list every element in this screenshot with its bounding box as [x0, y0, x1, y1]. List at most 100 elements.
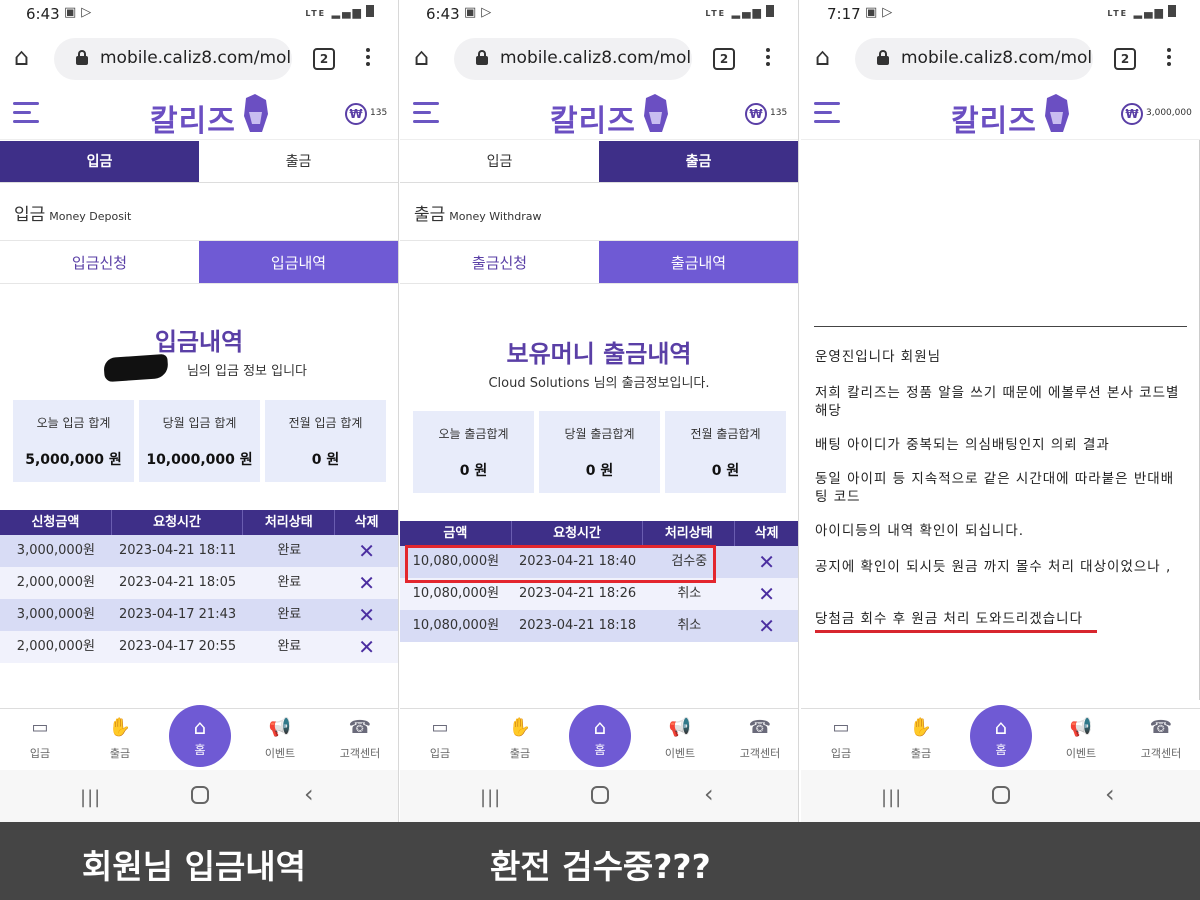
- nav-deposit[interactable]: ▭ 입금: [10, 717, 70, 761]
- tab-deposit[interactable]: 입금: [0, 141, 199, 183]
- more-menu-icon[interactable]: [364, 46, 372, 70]
- android-nav-bar: ||| ‹: [0, 770, 398, 822]
- address-field[interactable]: mobile.caliz8.com/mol: [855, 38, 1093, 80]
- viking-logo-icon: [1045, 94, 1069, 132]
- site-header: 칼리즈 ₩ 135: [0, 88, 398, 140]
- recent-apps-icon[interactable]: |||: [80, 787, 101, 808]
- tab-withdraw-request[interactable]: 출금신청: [400, 240, 599, 284]
- battery-icon: [366, 5, 374, 17]
- table-row: 3,000,000원 2023-04-17 21:43 완료 ✕: [0, 599, 398, 631]
- status-time: 7:17: [827, 5, 861, 23]
- hamburger-menu-icon[interactable]: [413, 102, 439, 124]
- tab-withdraw[interactable]: 출금: [199, 141, 398, 183]
- nav-home[interactable]: ⌂ 홈: [569, 705, 631, 767]
- tab-deposit-history[interactable]: 입금내역: [199, 240, 398, 284]
- sub-tabs: 입금신청 입금내역: [0, 240, 398, 284]
- bottom-nav: ▭ 입금 ✋ 출금 ⌂ 홈 📢 이벤트 ☎ 고객센터: [0, 705, 398, 770]
- url-text: mobile.caliz8.com/mol: [500, 48, 692, 68]
- hamburger-menu-icon[interactable]: [13, 102, 39, 124]
- stat-last-month: 전월 출금합계 0 원: [665, 411, 786, 493]
- back-icon[interactable]: ‹: [704, 780, 714, 808]
- site-logo[interactable]: 칼리즈: [150, 96, 236, 140]
- tab-withdraw-history[interactable]: 출금내역: [599, 240, 798, 284]
- notice-paragraph: 운영진입니다 회원님: [815, 349, 942, 365]
- address-field[interactable]: mobile.caliz8.com/mol: [454, 38, 692, 80]
- tab-deposit[interactable]: 입금: [400, 141, 599, 183]
- back-icon[interactable]: ‹: [304, 780, 314, 808]
- stat-today: 오늘 입금 합계 5,000,000 원: [13, 400, 134, 482]
- delete-icon[interactable]: ✕: [735, 578, 798, 610]
- tabs-count-button[interactable]: 2: [713, 48, 735, 70]
- megaphone-icon: 📢: [668, 717, 692, 738]
- site-logo[interactable]: 칼리즈: [550, 96, 636, 140]
- support-24-icon: ☎: [1149, 717, 1173, 738]
- nav-deposit[interactable]: ▭ 입금: [410, 717, 470, 761]
- home-icon[interactable]: ⌂: [815, 44, 841, 70]
- address-field[interactable]: mobile.caliz8.com/mol: [54, 38, 292, 80]
- nav-support[interactable]: ☎ 고객센터: [1131, 717, 1191, 761]
- recent-apps-icon[interactable]: |||: [881, 787, 902, 808]
- withdraw-icon: ✋: [508, 717, 532, 738]
- nav-home[interactable]: ⌂ 홈: [169, 705, 231, 767]
- hamburger-menu-icon[interactable]: [814, 102, 840, 124]
- site-logo[interactable]: 칼리즈: [951, 96, 1037, 140]
- deposit-history-table: 신청금액 요청시간 처리상태 삭제 3,000,000원 2023-04-21 1…: [0, 510, 398, 663]
- nav-deposit[interactable]: ▭ 입금: [811, 717, 871, 761]
- section-heading: 출금 Money Withdraw: [414, 200, 541, 225]
- tab-withdraw[interactable]: 출금: [599, 141, 798, 183]
- notice-paragraph: 저희 칼리즈는 정품 알을 쓰기 때문에 에볼루션 본사 코드별 해당: [815, 385, 1180, 419]
- delete-icon[interactable]: ✕: [335, 631, 398, 663]
- recent-apps-icon[interactable]: |||: [480, 787, 501, 808]
- notification-icons: ▣▷: [464, 5, 497, 20]
- nav-withdraw[interactable]: ✋ 출금: [891, 717, 951, 761]
- withdraw-icon: ✋: [108, 717, 132, 738]
- home-icon[interactable]: ⌂: [414, 44, 440, 70]
- tab-deposit-request[interactable]: 입금신청: [0, 240, 199, 284]
- nav-withdraw[interactable]: ✋ 출금: [90, 717, 150, 761]
- red-highlight-box: [405, 545, 716, 583]
- nav-home[interactable]: ⌂ 홈: [970, 705, 1032, 767]
- tabs-count-button[interactable]: 2: [313, 48, 335, 70]
- nav-event[interactable]: 📢 이벤트: [650, 717, 710, 761]
- status-bar: 7:17 ▣▷ LTE ▂▄▆: [801, 0, 1200, 30]
- nav-support[interactable]: ☎ 고객센터: [730, 717, 790, 761]
- android-home-icon[interactable]: [591, 786, 609, 804]
- support-24-icon: ☎: [348, 717, 372, 738]
- caption-left: 회원님 입금내역: [82, 847, 307, 886]
- status-bar: 6:43 ▣▷ LTE ▂▄▆: [400, 0, 798, 30]
- support-24-icon: ☎: [748, 717, 772, 738]
- nav-support[interactable]: ☎ 고객센터: [330, 717, 390, 761]
- nav-withdraw[interactable]: ✋ 출금: [490, 717, 550, 761]
- nav-event[interactable]: 📢 이벤트: [1051, 717, 1111, 761]
- table-row: 10,080,000원 2023-04-21 18:18 취소 ✕: [400, 610, 798, 642]
- section-title: 출금: [414, 205, 446, 225]
- phone-panel-deposit: 6:43 ▣▷ LTE ▂▄▆ ⌂ mobile.caliz8.com/mol …: [0, 0, 399, 822]
- tabs-count-button[interactable]: 2: [1114, 48, 1136, 70]
- won-coin-icon: ₩: [1121, 103, 1143, 125]
- delete-icon[interactable]: ✕: [735, 610, 798, 642]
- notification-icons: ▣▷: [865, 5, 898, 20]
- delete-icon[interactable]: ✕: [335, 535, 398, 567]
- delete-icon[interactable]: ✕: [335, 567, 398, 599]
- home-icon[interactable]: ⌂: [14, 44, 40, 70]
- browser-url-bar: ⌂ mobile.caliz8.com/mol 2: [801, 30, 1200, 88]
- sub-tabs: 출금신청 출금내역: [400, 240, 798, 284]
- table-row: 2,000,000원 2023-04-21 18:05 완료 ✕: [0, 567, 398, 599]
- nav-event[interactable]: 📢 이벤트: [250, 717, 310, 761]
- back-icon[interactable]: ‹: [1105, 780, 1115, 808]
- section-subtitle: Money Deposit: [49, 210, 132, 223]
- notice-divider: [814, 326, 1187, 327]
- more-menu-icon[interactable]: [764, 46, 772, 70]
- viking-logo-icon: [244, 94, 268, 132]
- signal-icons: LTE ▂▄▆: [305, 5, 374, 19]
- table-row: 3,000,000원 2023-04-21 18:11 완료 ✕: [0, 535, 398, 567]
- android-home-icon[interactable]: [191, 786, 209, 804]
- delete-icon[interactable]: ✕: [735, 546, 798, 578]
- status-time: 6:43: [426, 5, 460, 23]
- main-tabs: 입금 출금: [400, 141, 798, 183]
- android-home-icon[interactable]: [992, 786, 1010, 804]
- delete-icon[interactable]: ✕: [335, 599, 398, 631]
- more-menu-icon[interactable]: [1165, 46, 1173, 70]
- stat-last-month: 전월 입금 합계 0 원: [265, 400, 386, 482]
- site-header: 칼리즈 ₩ 3,000,000: [801, 88, 1200, 140]
